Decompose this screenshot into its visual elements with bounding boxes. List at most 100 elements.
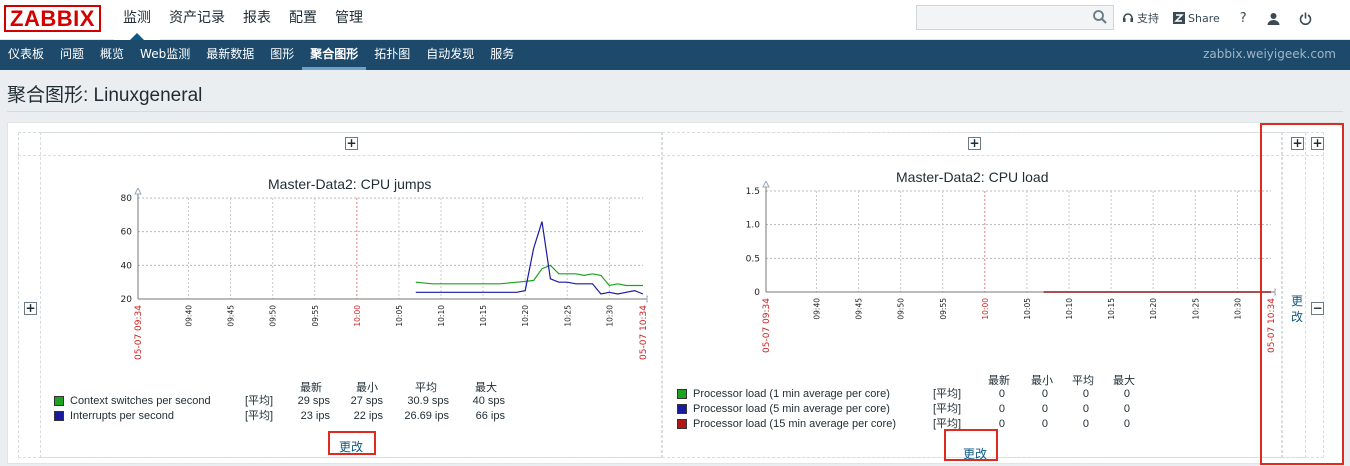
- highlight-box-1: [328, 431, 376, 455]
- screen-panel: + + + + + − Master-Data2: CPU jumps 80 60…: [7, 122, 1344, 465]
- y-tick-label: 60: [121, 228, 133, 238]
- main-menu: 监测 资产记录 报表 配置 管理: [114, 0, 372, 40]
- x-tick-label: 10:20: [1149, 298, 1158, 320]
- y-tick-label: 1.0: [746, 221, 761, 231]
- x-tick-label: 09:55: [311, 305, 320, 327]
- sub-menu-latest-data[interactable]: 最新数据: [198, 40, 262, 70]
- main-menu-configuration[interactable]: 配置: [280, 0, 326, 40]
- legend-series-name: Processor load (5 min average per core): [693, 403, 890, 415]
- x-tick-label: 10:05: [1023, 298, 1032, 320]
- x-tick-label: 10:10: [1065, 298, 1074, 320]
- x-tick-label: 10:25: [1191, 298, 1200, 320]
- legend-row: Processor load (5 min average per core) …: [675, 402, 1155, 417]
- share-z-icon: [1173, 12, 1185, 24]
- y-axis-arrow: [762, 181, 770, 188]
- legend-avg: 0: [1082, 418, 1089, 430]
- x-tick-label: 10:15: [479, 305, 488, 327]
- main-menu-monitoring[interactable]: 监测: [114, 0, 160, 40]
- legend-series-name: Interrupts per second: [70, 410, 174, 422]
- search-input[interactable]: [916, 5, 1114, 30]
- legend-row: Interrupts per second [平均] 23 ips 22 ips…: [52, 409, 522, 424]
- top-header: ZABBIX 监测 资产记录 报表 配置 管理 支持 Share ?: [0, 0, 1350, 40]
- legend-max: 40 sps: [472, 395, 505, 407]
- help-icon: ?: [1239, 10, 1247, 26]
- legend-min: 0: [1041, 403, 1048, 415]
- sub-menu-services[interactable]: 服务: [482, 40, 522, 70]
- legend-min: 22 ips: [353, 410, 383, 422]
- legend-header-max: 最大: [1113, 375, 1135, 387]
- legend-row: Processor load (15 min average per core)…: [675, 417, 1155, 432]
- legend-max: 0: [1123, 388, 1130, 400]
- x-start-label: 05-07 09:34: [762, 298, 772, 353]
- x-tick-label: 09:40: [813, 298, 822, 320]
- legend-min: 0: [1041, 418, 1048, 430]
- y-tick-label: 20: [121, 295, 133, 305]
- legend-series-func: [平均]: [933, 388, 962, 400]
- sub-menu-problems[interactable]: 问题: [52, 40, 92, 70]
- sub-menu-discovery[interactable]: 自动发现: [418, 40, 482, 70]
- legend-swatch-blue: [54, 411, 64, 421]
- legend-max: 0: [1123, 403, 1130, 415]
- sub-menu-maps[interactable]: 拓扑图: [366, 40, 418, 70]
- x-tick-label: 10:30: [605, 305, 614, 327]
- x-tick-label: 10:30: [1233, 298, 1242, 320]
- y-axis-arrow: [134, 188, 142, 195]
- search-icon[interactable]: [1091, 8, 1109, 26]
- x-axis-arrow: [646, 295, 648, 303]
- legend-max: 66 ips: [475, 410, 505, 422]
- page-title: 聚合图形: Linuxgeneral: [7, 85, 203, 106]
- share-label: Share: [1188, 11, 1220, 25]
- legend-cpu-load: 最新 最小 平均 最大 Processor load (1 min averag…: [675, 372, 1155, 436]
- legend-avg: 0: [1082, 388, 1089, 400]
- sub-menu-dashboard[interactable]: 仪表板: [0, 40, 52, 70]
- sub-menu-screens[interactable]: 聚合图形: [302, 40, 367, 70]
- x-tick-label: 10:00: [353, 305, 362, 327]
- share-link[interactable]: Share: [1173, 0, 1220, 36]
- y-tick-label: 40: [121, 261, 133, 271]
- support-link[interactable]: 支持: [1122, 0, 1159, 36]
- support-label: 支持: [1137, 12, 1159, 25]
- logout-link[interactable]: [1299, 0, 1315, 36]
- x-tick-label: 10:10: [437, 305, 446, 327]
- sub-menu-web[interactable]: Web监测: [132, 40, 198, 70]
- zabbix-logo[interactable]: ZABBIX: [4, 5, 101, 32]
- chart-cpu-load[interactable]: 1.5 1.0 0.5 0 09:40 09:45 09:50 09:55 10:00 10:05…: [726, 181, 1276, 366]
- host-link[interactable]: zabbix.weiyigeek.com: [1203, 40, 1336, 69]
- x-tick-label: 10:20: [521, 305, 530, 327]
- x-tick-label: 10:00: [981, 298, 990, 320]
- x-end-label: 05-07 10:34: [639, 305, 648, 360]
- legend-row: Processor load (1 min average per core) …: [675, 387, 1155, 402]
- x-tick-label: 09:50: [269, 305, 278, 327]
- sub-menu-graphs[interactable]: 图形: [262, 40, 302, 70]
- add-row-button[interactable]: +: [24, 302, 37, 315]
- legend-swatch-green: [677, 389, 687, 399]
- add-column-button-2[interactable]: +: [968, 137, 981, 150]
- legend-swatch-blue: [677, 404, 687, 414]
- main-menu-administration[interactable]: 管理: [326, 0, 372, 40]
- legend-header-min: 最小: [1031, 375, 1053, 387]
- x-tick-label: 09:50: [897, 298, 906, 320]
- legend-row: Context switches per second [平均] 29 sps …: [52, 394, 522, 409]
- screen-header-row: [18, 132, 1324, 156]
- legend-series-name: Processor load (15 min average per core): [693, 418, 896, 430]
- profile-link[interactable]: [1267, 0, 1283, 36]
- x-tick-label: 09:45: [227, 305, 236, 327]
- y-tick-label: 0: [754, 288, 760, 298]
- main-menu-reports[interactable]: 报表: [234, 0, 280, 40]
- x-tick-label: 09:40: [185, 305, 194, 327]
- user-icon: [1267, 12, 1280, 25]
- headset-icon: [1123, 13, 1133, 22]
- legend-cpu-jumps: 最新 最小 平均 最大 Context switches per second …: [52, 379, 522, 429]
- title-divider: [7, 111, 1343, 112]
- sub-menu-overview[interactable]: 概览: [92, 40, 132, 70]
- help-link[interactable]: ?: [1240, 0, 1247, 36]
- legend-header-last: 最新: [988, 375, 1010, 387]
- highlight-box-2: [944, 429, 998, 461]
- x-start-label: 05-07 09:34: [134, 305, 144, 360]
- main-menu-inventory[interactable]: 资产记录: [160, 0, 234, 40]
- power-icon: [1299, 12, 1311, 25]
- chart-cpu-jumps[interactable]: 80 60 40 20 09:40 09:45 09:50 09:55 10:00 10:05 10…: [98, 188, 648, 373]
- legend-series-func: [平均]: [933, 403, 962, 415]
- legend-header-last: 最新: [300, 382, 322, 394]
- add-column-button-1[interactable]: +: [345, 137, 358, 150]
